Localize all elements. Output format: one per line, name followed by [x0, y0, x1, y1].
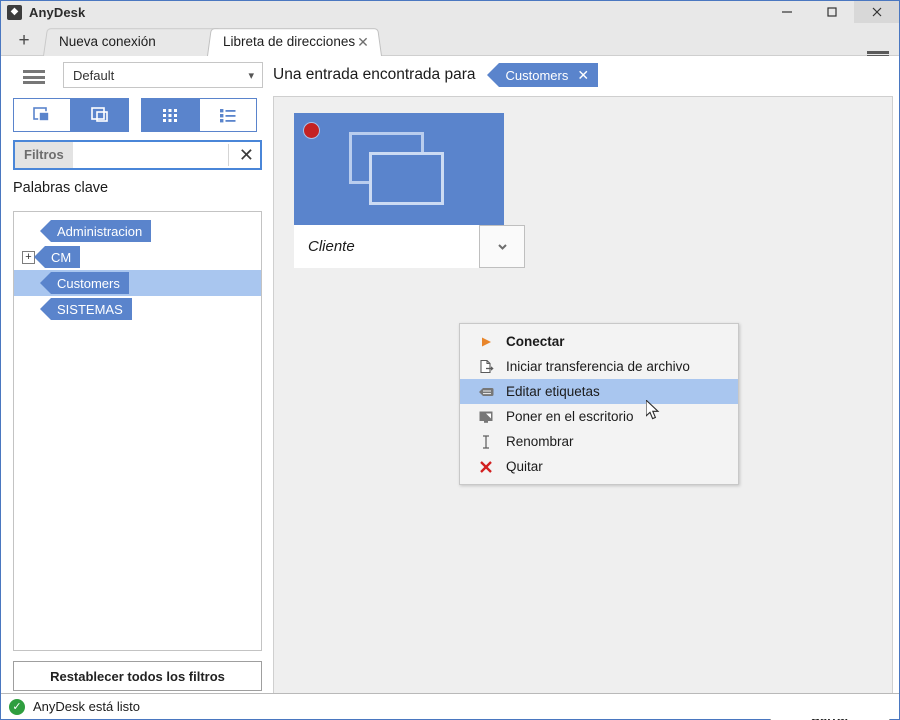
filters-chip-label: Filtros [15, 142, 73, 168]
tab-label: Nueva conexión [59, 34, 156, 49]
list-view-icon [220, 109, 236, 123]
status-bar: ✓ AnyDesk está listo [1, 693, 899, 719]
close-icon[interactable]: ✕ [357, 35, 369, 49]
list-item[interactable]: SISTEMAS [14, 296, 261, 322]
keywords-label: Palabras clave [13, 180, 109, 196]
tab-nueva-conexion[interactable]: Nueva conexión [43, 27, 225, 56]
context-menu-item-conectar[interactable]: Conectar [460, 329, 738, 354]
anydesk-logo-icon: ◆ [7, 4, 22, 20]
window-controls [764, 1, 899, 23]
check-circle-icon: ✓ [9, 698, 25, 715]
tab-strip: + Nueva conexión Libreta de direcciones … [1, 23, 899, 67]
status-badge [303, 122, 320, 139]
anydesk-window: ◆ AnyDesk + Nueva conexión Libreta de di… [0, 0, 900, 720]
view-list-button[interactable] [199, 98, 257, 132]
close-icon[interactable] [854, 1, 899, 23]
entry-thumbnail [294, 113, 504, 225]
view-single-window-button[interactable] [13, 98, 71, 132]
body-area: Default ▾ Filtros ✕ Palabras clave Admin… [1, 56, 899, 720]
tag-chip[interactable]: Administracion [39, 220, 152, 242]
list-item[interactable]: Customers [14, 270, 261, 296]
remove-x-icon [472, 459, 500, 475]
hamburger-menu-icon[interactable] [23, 70, 45, 84]
view-split-window-button[interactable] [71, 98, 129, 132]
context-menu-item-label: Renombrar [506, 434, 574, 449]
entry-dropdown-button[interactable] [479, 225, 525, 268]
file-transfer-icon [472, 359, 500, 375]
active-filter-chip-label: Customers [505, 67, 569, 83]
reset-filters-button[interactable]: Restablecer todos los filtros [13, 661, 262, 691]
context-menu-item-editar-etiquetas[interactable]: Editar etiquetas [460, 379, 738, 404]
close-icon[interactable]: ✕ [577, 68, 589, 82]
text-cursor-icon [472, 434, 500, 450]
context-menu-item-renombrar[interactable]: Renombrar [460, 429, 738, 454]
play-icon [472, 335, 500, 349]
context-menu-item-iniciar-transferencia-de-archivo[interactable]: Iniciar transferencia de archivo [460, 354, 738, 379]
context-menu-item-label: Poner en el escritorio [506, 409, 634, 424]
grid-view-icon [163, 109, 177, 122]
filters-input-container[interactable]: Filtros ✕ [13, 140, 262, 170]
profile-select[interactable]: Default ▾ [63, 62, 263, 88]
address-book-entry-card[interactable]: Cliente [294, 113, 525, 268]
window-outline-icon [369, 152, 444, 205]
close-icon[interactable]: ✕ [227, 144, 254, 166]
split-window-icon [91, 107, 108, 122]
minimize-icon[interactable] [764, 1, 809, 23]
tag-icon [472, 384, 500, 400]
page-title: Una entrada encontrada para [273, 66, 476, 83]
chevron-down-icon: ▾ [248, 69, 254, 82]
maximize-icon[interactable] [809, 1, 854, 23]
view-mode-group-1 [13, 98, 129, 132]
profile-select-value: Default [73, 67, 115, 83]
tab-libreta-de-direcciones[interactable]: Libreta de direcciones ✕ [207, 27, 382, 56]
mouse-cursor [645, 398, 662, 427]
view-grid-button[interactable] [141, 98, 199, 132]
tab-label: Libreta de direcciones [223, 34, 356, 49]
context-menu-item-label: Iniciar transferencia de archivo [506, 359, 690, 374]
keyword-tag-list: Administracion + CM Customers SISTEMAS [13, 211, 262, 651]
view-mode-group-2 [141, 98, 257, 132]
context-menu-item-label: Quitar [506, 459, 543, 474]
tag-chip[interactable]: CM [33, 246, 81, 268]
list-item[interactable]: Administracion [14, 218, 261, 244]
desktop-shortcut-icon [472, 409, 500, 425]
context-menu: Conectar Iniciar transferencia de archiv… [459, 323, 739, 485]
tag-chip[interactable]: SISTEMAS [40, 298, 132, 320]
list-item[interactable]: + CM [14, 244, 261, 270]
single-window-icon [33, 107, 50, 122]
tag-chip[interactable]: Customers [40, 272, 129, 294]
sidebar-top-row: Default ▾ [1, 62, 273, 92]
new-tab-button[interactable]: + [9, 27, 39, 55]
entry-name: Cliente [294, 225, 504, 268]
context-menu-item-poner-en-el-escritorio[interactable]: Poner en el escritorio [460, 404, 738, 429]
app-title: AnyDesk [29, 4, 86, 20]
chevron-down-icon [497, 244, 507, 250]
content-heading-row: Una entrada encontrada para Customers ✕ [273, 60, 599, 90]
sidebar: Default ▾ Filtros ✕ Palabras clave Admin… [1, 56, 273, 693]
title-bar: ◆ AnyDesk [1, 1, 899, 23]
context-menu-item-label: Conectar [506, 334, 565, 349]
context-menu-item-quitar[interactable]: Quitar [460, 454, 738, 479]
status-text: AnyDesk está listo [33, 699, 140, 714]
context-menu-item-label: Editar etiquetas [506, 384, 600, 399]
active-filter-chip[interactable]: Customers ✕ [486, 63, 599, 87]
